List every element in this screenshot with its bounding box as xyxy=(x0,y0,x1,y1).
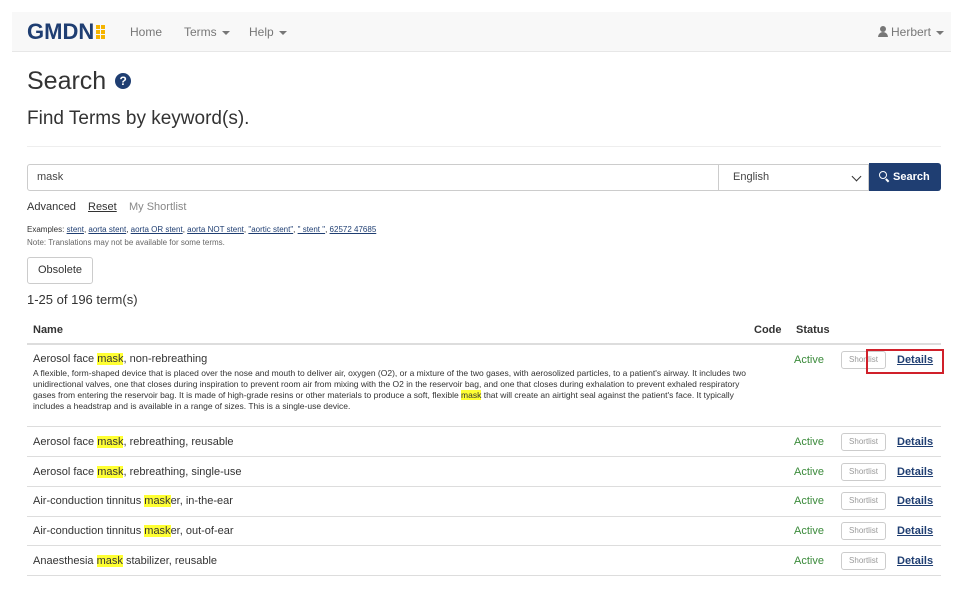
logo-mark-icon xyxy=(95,23,113,41)
details-link[interactable]: Details xyxy=(897,555,933,568)
examples-prefix: Examples: xyxy=(27,225,65,234)
status-badge: Active xyxy=(794,466,824,478)
reset-link[interactable]: Reset xyxy=(88,201,117,214)
column-header-code: Code xyxy=(754,324,782,336)
term-name[interactable]: Aerosol face mask, rebreathing, single-u… xyxy=(33,466,242,479)
details-link[interactable]: Details xyxy=(897,495,933,508)
table-row: Aerosol face mask, rebreathing, reusable… xyxy=(27,427,941,457)
nav-terms-dropdown[interactable]: Terms xyxy=(184,25,230,39)
language-select[interactable]: English xyxy=(718,164,869,191)
example-link[interactable]: "aortic stent" xyxy=(248,225,293,234)
search-button-label: Search xyxy=(893,171,930,183)
translation-note: Note: Translations may not be available … xyxy=(27,238,225,247)
details-link[interactable]: Details xyxy=(897,466,933,479)
help-icon[interactable]: ? xyxy=(115,73,132,89)
table-row: Anaesthesia mask stabilizer, reusable Ac… xyxy=(27,546,941,576)
column-header-status: Status xyxy=(796,324,830,336)
table-row: Air-conduction tinnitus masker, in-the-e… xyxy=(27,487,941,517)
advanced-link[interactable]: Advanced xyxy=(27,201,76,214)
nav-help-label: Help xyxy=(249,25,274,39)
status-badge: Active xyxy=(794,354,824,366)
user-menu[interactable]: Herbert xyxy=(878,25,945,39)
status-badge: Active xyxy=(794,525,824,537)
examples-line: Examples: stent, aorta stent, aorta OR s… xyxy=(27,225,377,234)
example-link[interactable]: stent xyxy=(67,225,84,234)
table-row: Aerosol face mask, rebreathing, single-u… xyxy=(27,457,941,487)
shortlist-button[interactable]: Shortlist xyxy=(841,522,886,540)
example-link[interactable]: " stent " xyxy=(298,225,325,234)
status-badge: Active xyxy=(794,436,824,448)
caret-down-icon xyxy=(278,30,287,35)
search-highlight: mask xyxy=(97,466,124,478)
highlight-annotation-box xyxy=(866,349,944,374)
result-count: 1-25 of 196 term(s) xyxy=(27,292,138,307)
user-name: Herbert xyxy=(891,25,932,39)
term-name[interactable]: Aerosol face mask, rebreathing, reusable xyxy=(33,436,234,449)
shortlist-button[interactable]: Shortlist xyxy=(841,492,886,510)
divider xyxy=(27,146,941,147)
column-header-name: Name xyxy=(33,324,63,336)
search-highlight: mask xyxy=(97,436,124,448)
term-name[interactable]: Aerosol face mask, non-rebreathing xyxy=(33,353,207,366)
example-link[interactable]: aorta stent xyxy=(88,225,126,234)
example-link[interactable]: aorta NOT stent xyxy=(187,225,244,234)
search-highlight: mask xyxy=(144,495,171,507)
my-shortlist-link[interactable]: My Shortlist xyxy=(129,201,186,214)
term-description: A flexible, form-shaped device that is p… xyxy=(33,368,746,411)
nav-help-dropdown[interactable]: Help xyxy=(249,25,287,39)
page-title-text: Search xyxy=(27,67,107,95)
chevron-down-icon xyxy=(851,171,862,182)
obsolete-button[interactable]: Obsolete xyxy=(27,257,93,284)
shortlist-button[interactable]: Shortlist xyxy=(841,433,886,451)
search-highlight: mask xyxy=(97,353,124,365)
search-input[interactable]: mask xyxy=(27,164,719,191)
page-subtitle: Find Terms by keyword(s). xyxy=(27,108,250,129)
search-highlight: mask xyxy=(461,390,482,400)
details-link[interactable]: Details xyxy=(897,436,933,449)
search-icon xyxy=(879,171,889,181)
term-name[interactable]: Air-conduction tinnitus masker, out-of-e… xyxy=(33,525,234,538)
nav-home[interactable]: Home xyxy=(130,25,162,39)
term-name[interactable]: Anaesthesia mask stabilizer, reusable xyxy=(33,555,217,568)
nav-terms-label: Terms xyxy=(184,25,217,39)
status-badge: Active xyxy=(794,495,824,507)
caret-down-icon xyxy=(221,30,230,35)
search-highlight: mask xyxy=(144,525,171,537)
page-title: Search ? xyxy=(27,66,132,96)
logo-text: GMDN xyxy=(27,19,95,44)
shortlist-button[interactable]: Shortlist xyxy=(841,552,886,570)
details-link[interactable]: Details xyxy=(897,525,933,538)
search-button[interactable]: Search xyxy=(869,163,941,191)
table-row: Aerosol face mask, non-rebreathing A fle… xyxy=(27,345,941,427)
shortlist-button[interactable]: Shortlist xyxy=(841,463,886,481)
gmdn-logo[interactable]: GMDN xyxy=(27,21,113,43)
example-link[interactable]: aorta OR stent xyxy=(131,225,183,234)
status-badge: Active xyxy=(794,555,824,567)
user-icon xyxy=(878,26,888,37)
caret-down-icon xyxy=(936,30,945,35)
table-row: Air-conduction tinnitus masker, out-of-e… xyxy=(27,517,941,546)
search-highlight: mask xyxy=(96,555,123,567)
navbar: GMDN Home Terms Help Herbert xyxy=(12,12,951,52)
term-name[interactable]: Air-conduction tinnitus masker, in-the-e… xyxy=(33,495,233,508)
language-select-value: English xyxy=(733,171,770,183)
example-link[interactable]: 62572 47685 xyxy=(330,225,377,234)
